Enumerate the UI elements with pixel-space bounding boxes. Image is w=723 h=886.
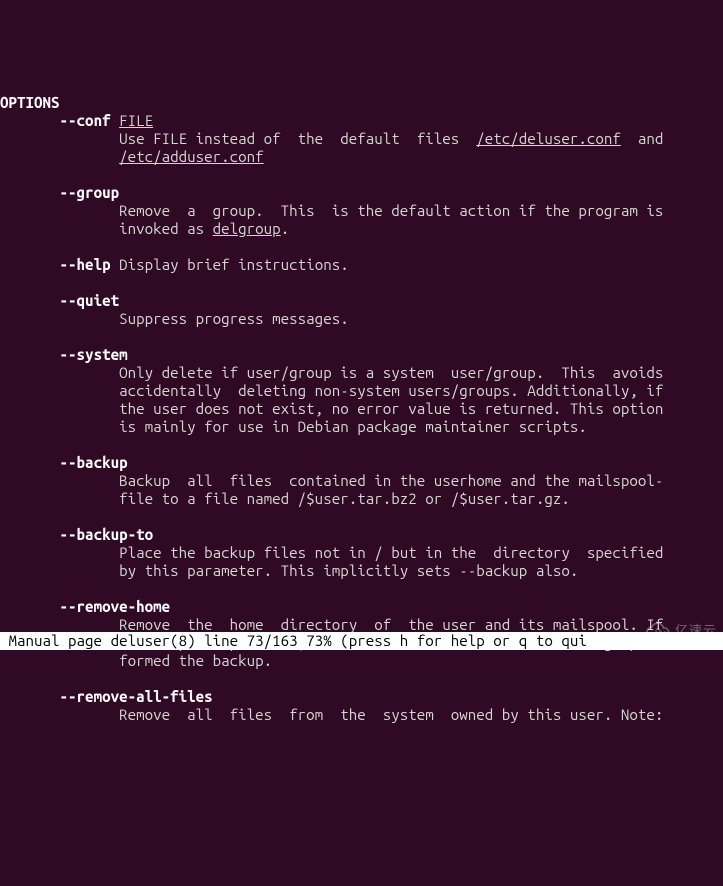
opt-quiet-text-1: Suppress progress messages. <box>0 310 349 327</box>
opt-rmhome-text-3: formed the backup. <box>0 652 272 669</box>
opt-group-text-2b: . <box>281 220 290 237</box>
opt-conf-text-1a: Use FILE instead of the default files <box>0 130 476 147</box>
opt-group-flag: --group <box>60 184 120 201</box>
opt-group-text-1: Remove a group. This is the default acti… <box>0 202 663 219</box>
man-status-text: Manual page deluser(8) line 73/163 73% (… <box>0 632 587 649</box>
opt-rmhome-text-1: Remove the home directory of the user an… <box>0 616 663 633</box>
man-status-line[interactable]: Manual page deluser(8) line 73/163 73% (… <box>0 632 723 650</box>
opt-rmall-flag: --remove-all-files <box>60 688 213 705</box>
opt-help-text: Display brief instructions. <box>111 256 349 273</box>
section-header: OPTIONS <box>0 94 60 111</box>
opt-conf-text-1b: and <box>621 130 664 147</box>
opt-help-flag: --help <box>60 256 111 273</box>
opt-system-text-1: Only delete if user/group is a system us… <box>0 364 663 381</box>
opt-group-link: delgroup <box>213 220 281 237</box>
opt-backup-text-1: Backup all files contained in the userho… <box>0 472 663 489</box>
opt-backupto-text-1: Place the backup files not in / but in t… <box>0 544 663 561</box>
opt-system-flag: --system <box>60 346 128 363</box>
opt-system-text-3: the user does not exist, no error value … <box>0 400 663 417</box>
opt-backup-flag: --backup <box>60 454 128 471</box>
opt-backupto-flag: --backup-to <box>60 526 154 543</box>
opt-quiet-flag: --quiet <box>60 292 120 309</box>
watermark: 亿速云 <box>645 622 717 640</box>
opt-system-text-4: is mainly for use in Debian package main… <box>0 418 587 435</box>
opt-conf-flag: --conf <box>60 112 111 129</box>
watermark-text: 亿速云 <box>675 622 717 640</box>
manpage-content[interactable]: OPTIONS --conf FILE Use FILE instead of … <box>0 72 723 724</box>
opt-conf-arg: FILE <box>119 112 153 129</box>
opt-backup-text-2: file to a file named /$user.tar.bz2 or /… <box>0 490 570 507</box>
opt-group-text-2a: invoked as <box>0 220 213 237</box>
cloud-icon <box>645 623 671 639</box>
opt-backupto-text-2: by this parameter. This implicitly sets … <box>0 562 578 579</box>
opt-conf-file2: /etc/adduser.conf <box>119 148 264 165</box>
opt-conf-file1: /etc/deluser.conf <box>476 130 621 147</box>
opt-system-text-2: accidentally deleting non-system users/g… <box>0 382 663 399</box>
opt-rmall-text-1: Remove all files from the system owned b… <box>0 706 663 723</box>
opt-conf-text-2a <box>0 148 119 165</box>
opt-rmhome-flag: --remove-home <box>60 598 171 615</box>
